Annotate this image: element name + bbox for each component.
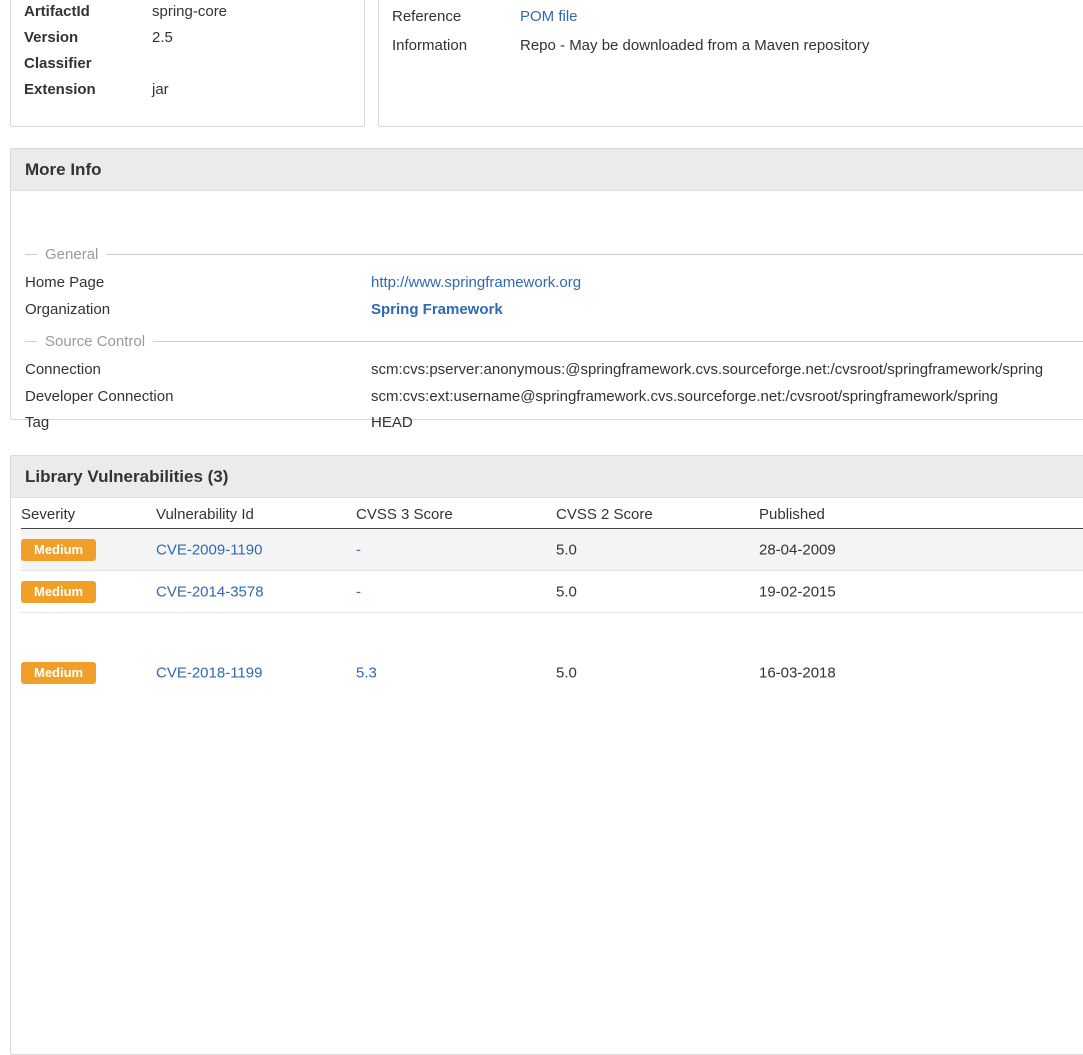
organization-link[interactable]: Spring Framework <box>371 296 503 323</box>
severity-badge: Medium <box>21 662 96 684</box>
info-label: Connection <box>25 356 101 383</box>
table-row: Medium CVE-2009-1190 - 5.0 28-04-2009 <box>21 529 1083 571</box>
vulnerability-id-link[interactable]: CVE-2009-1190 <box>156 541 262 558</box>
severity-badge: Medium <box>21 581 96 603</box>
column-header-cvss2: CVSS 2 Score <box>556 501 653 529</box>
severity-cell: Medium <box>21 662 96 684</box>
field-value: spring-core <box>152 0 227 25</box>
legend-label: Source Control <box>45 333 145 350</box>
info-label: Home Page <box>25 269 104 296</box>
legend-general: General <box>25 246 1083 263</box>
severity-cell: Medium <box>21 539 96 561</box>
field-row-extension: Extensionjar <box>24 77 354 103</box>
details-panel: ReferencePOM file InformationRepo - May … <box>378 0 1083 127</box>
severity-cell: Medium <box>21 581 96 603</box>
vulnerability-id-link[interactable]: CVE-2014-3578 <box>156 583 264 600</box>
field-label: Classifier <box>24 51 152 77</box>
vulnerabilities-section: Library Vulnerabilities (3) Severity Vul… <box>10 455 1083 1055</box>
info-row-home-page: Home Page http://www.springframework.org <box>11 269 1083 296</box>
legend-line <box>153 341 1083 342</box>
info-label: Developer Connection <box>25 383 173 410</box>
legend-source-control: Source Control <box>25 333 1083 350</box>
more-info-section: More Info General Home Page http://www.s… <box>10 148 1083 420</box>
detail-label: Information <box>392 31 520 60</box>
published-date: 16-03-2018 <box>759 665 836 682</box>
detail-value: Repo - May be downloaded from a Maven re… <box>520 37 869 54</box>
info-label: Tag <box>25 409 49 436</box>
field-row-version: Version2.5 <box>24 25 354 51</box>
info-row-connection: Connection scm:cvs:pserver:anonymous:@sp… <box>11 356 1083 383</box>
column-header-published: Published <box>759 501 825 529</box>
field-row-artifactid: ArtifactIdspring-core <box>24 0 354 25</box>
info-label: Organization <box>25 296 110 323</box>
section-title: More Info <box>25 160 102 180</box>
published-date: 28-04-2009 <box>759 541 836 558</box>
severity-badge: Medium <box>21 539 96 561</box>
section-title: Library Vulnerabilities (3) <box>25 467 228 487</box>
legend-label: General <box>45 246 98 263</box>
artifact-fields: ArtifactIdspring-core Version2.5 Classif… <box>24 0 354 103</box>
cvss2-score: 5.0 <box>556 665 577 682</box>
legend-line <box>25 341 37 342</box>
cvss3-score-link[interactable]: 5.3 <box>356 665 377 682</box>
field-label: ArtifactId <box>24 0 152 25</box>
info-value: scm:cvs:pserver:anonymous:@springframewo… <box>371 356 1043 383</box>
column-header-severity: Severity <box>21 501 75 529</box>
published-date: 19-02-2015 <box>759 583 836 600</box>
info-row-developer-connection: Developer Connection scm:cvs:ext:usernam… <box>11 383 1083 410</box>
detail-row-information: InformationRepo - May be downloaded from… <box>392 31 1083 60</box>
column-header-vulnerability-id: Vulnerability Id <box>156 501 254 529</box>
info-value: HEAD <box>371 409 413 436</box>
info-row-tag: Tag HEAD <box>11 409 1083 436</box>
detail-row-reference: ReferencePOM file <box>392 2 1083 31</box>
legend-line <box>106 254 1083 255</box>
table-header-row: Severity Vulnerability Id CVSS 3 Score C… <box>21 501 1083 529</box>
legend-line <box>25 254 37 255</box>
details-rows: ReferencePOM file InformationRepo - May … <box>392 2 1083 60</box>
field-row-classifier: Classifier <box>24 51 354 77</box>
pom-file-link[interactable]: POM file <box>520 8 578 25</box>
vulnerabilities-table: Severity Vulnerability Id CVSS 3 Score C… <box>21 501 1083 733</box>
cvss3-score-link[interactable]: - <box>356 583 361 600</box>
field-value: 2.5 <box>152 25 173 51</box>
cvss3-score-link[interactable]: - <box>356 541 361 558</box>
detail-label: Reference <box>392 2 520 31</box>
field-value: jar <box>152 77 169 103</box>
artifact-panel: ArtifactIdspring-core Version2.5 Classif… <box>10 0 365 127</box>
cvss2-score: 5.0 <box>556 583 577 600</box>
table-row: Medium CVE-2014-3578 - 5.0 19-02-2015 <box>21 571 1083 613</box>
field-label: Version <box>24 25 152 51</box>
field-label: Extension <box>24 77 152 103</box>
home-page-link[interactable]: http://www.springframework.org <box>371 269 581 296</box>
vulnerability-id-link[interactable]: CVE-2018-1199 <box>156 665 262 682</box>
column-header-cvss3: CVSS 3 Score <box>356 501 453 529</box>
cvss2-score: 5.0 <box>556 541 577 558</box>
vulnerabilities-header: Library Vulnerabilities (3) <box>11 456 1083 498</box>
more-info-header: More Info <box>11 149 1083 191</box>
info-value: scm:cvs:ext:username@springframework.cvs… <box>371 383 998 410</box>
table-row: Medium CVE-2018-1199 5.3 5.0 16-03-2018 <box>21 613 1083 733</box>
info-row-organization: Organization Spring Framework <box>11 296 1083 323</box>
